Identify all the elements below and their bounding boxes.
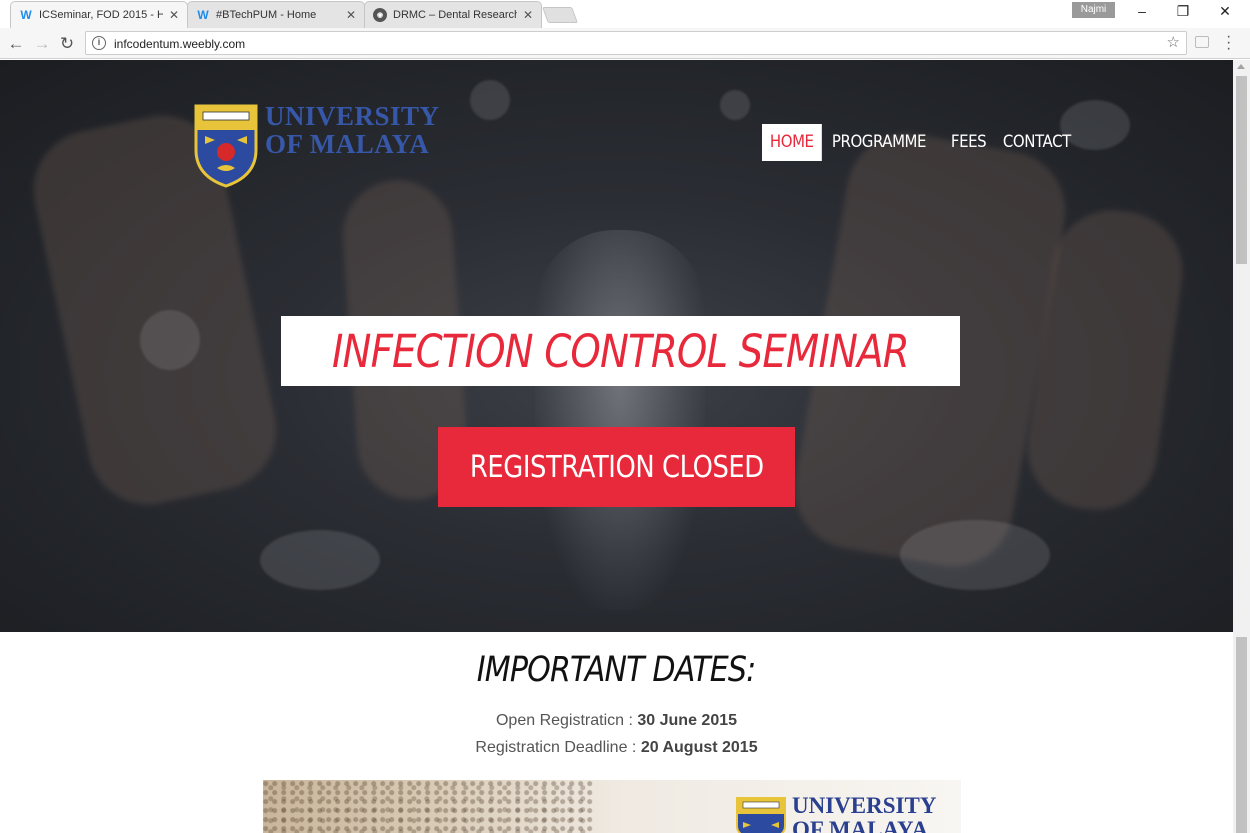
- drmc-icon: ◉: [373, 8, 387, 22]
- bubble-shape: [260, 530, 380, 590]
- browser-tab-3[interactable]: ◉ DRMC – Dental Research ✕: [364, 1, 542, 28]
- tab-title: ICSeminar, FOD 2015 - H: [39, 9, 163, 21]
- scrollbar-track-segment[interactable]: [1236, 637, 1247, 833]
- bubble-shape: [720, 90, 750, 120]
- crest-icon: [194, 104, 258, 188]
- banner-wordmark: UNIVERSITY OF MALAYA: [792, 794, 936, 833]
- site-navigation: HOME PROGRAMME FEES CONTACT: [762, 124, 1084, 161]
- seminar-banner-image: UNIVERSITY OF MALAYA: [263, 780, 961, 833]
- nav-contact[interactable]: CONTACT: [995, 124, 1079, 161]
- scroll-up-arrow-icon[interactable]: [1237, 64, 1245, 69]
- user-badge[interactable]: Najmi: [1072, 2, 1115, 18]
- open-registration-date: 30 June 2015: [637, 712, 738, 729]
- bookmark-star-icon[interactable]: ☆: [1167, 33, 1180, 51]
- registration-button-label: REGISTRATION CLOSED: [469, 449, 764, 485]
- banner-line-1: UNIVERSITY: [792, 793, 937, 818]
- reload-icon[interactable]: ↻: [56, 33, 78, 55]
- important-dates-heading: IMPORTANT DATES:: [0, 650, 1233, 690]
- university-logo[interactable]: UNIVERSITY OF MALAYA: [193, 102, 453, 188]
- bubble-shape: [900, 520, 1050, 590]
- banner-texture: [263, 780, 593, 833]
- bubble-shape: [470, 80, 510, 120]
- banner-line-2: OF MALAYA: [792, 817, 929, 833]
- hero-title-box: INFECTION CONTROL SEMINAR: [281, 316, 960, 386]
- tab-title: DRMC – Dental Research: [393, 9, 517, 21]
- back-icon[interactable]: ←: [5, 33, 27, 55]
- registration-button[interactable]: REGISTRATION CLOSED: [438, 427, 795, 507]
- url-text[interactable]: infcodentum.weebly.com: [114, 37, 245, 51]
- tab-title: #BTechPUM - Home: [216, 9, 317, 21]
- registration-deadline-date: 20 August 2015: [640, 739, 758, 756]
- weebly-icon: W: [197, 8, 209, 22]
- close-icon[interactable]: ✕: [523, 8, 533, 22]
- restore-icon[interactable]: ❐: [1168, 3, 1198, 20]
- logo-line-1: UNIVERSITY: [265, 101, 440, 131]
- forward-icon[interactable]: →: [31, 33, 53, 55]
- nav-fees[interactable]: FEES: [943, 124, 994, 161]
- open-registration-line: Open Registraticn : 30 June 2015: [0, 712, 1233, 730]
- hero-background-figure: [535, 230, 705, 610]
- browser-tab-1[interactable]: W ICSeminar, FOD 2015 - H ✕: [10, 1, 188, 28]
- new-tab-button[interactable]: [542, 7, 578, 23]
- registration-deadline-label: Registraticn Deadline :: [475, 739, 637, 756]
- address-bar[interactable]: i infcodentum.weebly.com ☆: [85, 31, 1187, 55]
- hero-title: INFECTION CONTROL SEMINAR: [332, 324, 910, 378]
- page-viewport: UNIVERSITY OF MALAYA HOME PROGRAMME FEES…: [0, 60, 1233, 833]
- extension-icon[interactable]: [1195, 36, 1209, 48]
- close-icon[interactable]: ✕: [346, 8, 356, 22]
- open-registration-label: Open Registraticn :: [495, 712, 633, 729]
- nav-programme[interactable]: PROGRAMME: [824, 124, 934, 161]
- hero-section: UNIVERSITY OF MALAYA HOME PROGRAMME FEES…: [0, 60, 1233, 632]
- page-scrollbar[interactable]: [1233, 60, 1250, 833]
- crest-icon: [736, 797, 786, 833]
- scrollbar-thumb[interactable]: [1236, 76, 1247, 264]
- important-dates-heading-text: IMPORTANT DATES:: [477, 650, 757, 690]
- menu-icon[interactable]: · · ·: [1226, 29, 1231, 57]
- logo-line-2: OF MALAYA: [265, 129, 430, 159]
- browser-tab-2[interactable]: W #BTechPUM - Home ✕: [187, 1, 365, 28]
- info-icon[interactable]: i: [92, 36, 106, 50]
- close-icon[interactable]: ✕: [169, 8, 179, 22]
- browser-toolbar: ← → ↻ i infcodentum.weebly.com ☆ · · ·: [0, 28, 1250, 59]
- bubble-shape: [140, 310, 200, 370]
- window-close-icon[interactable]: ✕: [1210, 3, 1240, 20]
- logo-wordmark: UNIVERSITY OF MALAYA: [265, 102, 440, 158]
- weebly-icon: W: [20, 8, 32, 22]
- nav-home[interactable]: HOME: [762, 124, 822, 161]
- minimize-icon[interactable]: –: [1127, 3, 1157, 19]
- registration-deadline-line: Registraticn Deadline : 20 August 2015: [0, 739, 1233, 757]
- browser-tab-strip: W ICSeminar, FOD 2015 - H ✕ W #BTechPUM …: [0, 0, 1250, 28]
